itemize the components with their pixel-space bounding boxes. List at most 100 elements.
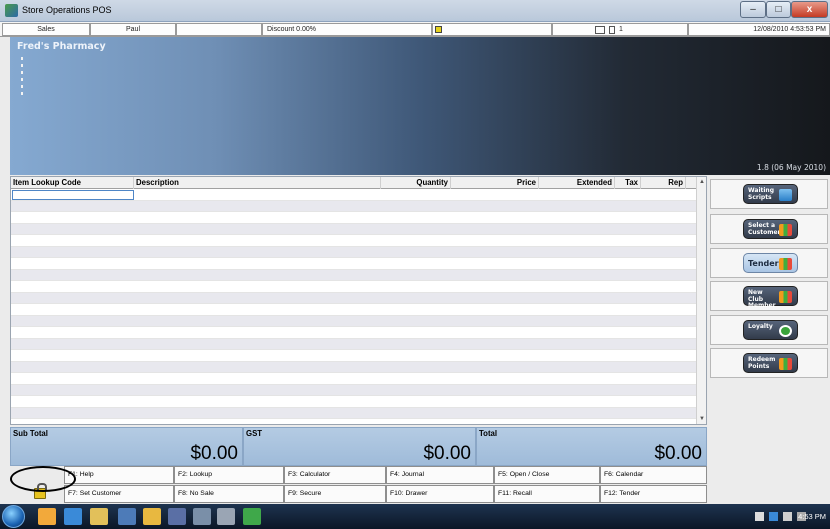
- scroll-up-icon[interactable]: ▲: [697, 177, 706, 187]
- tray-network-icon[interactable]: [769, 512, 778, 521]
- taskbar-app-icon[interactable]: [118, 508, 136, 525]
- store-name: Fred's Pharmacy: [17, 41, 106, 52]
- status-mode: Sales: [2, 23, 90, 36]
- table-row[interactable]: [11, 223, 696, 235]
- column-header-extended[interactable]: Extended: [539, 177, 615, 189]
- highlight-ellipse: [10, 466, 76, 492]
- action-button-face[interactable]: Select a Customer: [743, 219, 798, 239]
- version-label: 1.8 (06 May 2010): [756, 163, 826, 172]
- column-header-price[interactable]: Price: [451, 177, 539, 189]
- action-button-label: Redeem Points: [748, 356, 776, 370]
- banner-dot: [21, 78, 23, 81]
- table-row[interactable]: [11, 361, 696, 373]
- action-button-face[interactable]: Tender: [743, 253, 798, 273]
- table-row[interactable]: [11, 373, 696, 385]
- minimize-button[interactable]: –: [740, 1, 766, 18]
- f5-open-close-button[interactable]: F5: Open / Close: [494, 466, 600, 484]
- column-header-lookup[interactable]: Item Lookup Code: [11, 177, 134, 189]
- action-button-label: Select a Customer: [748, 222, 781, 236]
- item-grid[interactable]: Item Lookup Code Description Quantity Pr…: [10, 176, 707, 425]
- table-row[interactable]: [11, 269, 696, 281]
- table-row[interactable]: [11, 396, 696, 408]
- pill-icon: [779, 189, 792, 201]
- action-button-loyalty[interactable]: Loyalty: [710, 315, 828, 345]
- f8-no-sale-button[interactable]: F8: No Sale: [174, 485, 284, 503]
- action-button-face[interactable]: Redeem Points: [743, 353, 798, 373]
- action-button-face[interactable]: New Club Member: [743, 286, 798, 309]
- action-button-select-a-customer[interactable]: Select a Customer: [710, 214, 828, 244]
- status-blank: [176, 23, 262, 36]
- drawer-icon: [435, 26, 442, 33]
- f2-lookup-button[interactable]: F2: Lookup: [174, 466, 284, 484]
- table-row[interactable]: [11, 235, 696, 247]
- table-row[interactable]: [11, 407, 696, 419]
- column-header-description[interactable]: Description: [134, 177, 381, 189]
- status-datetime: 12/08/2010 4:53:53 PM: [688, 23, 830, 36]
- table-row[interactable]: [11, 258, 696, 270]
- table-row[interactable]: [11, 246, 696, 258]
- table-row[interactable]: [11, 315, 696, 327]
- taskbar-app-icon[interactable]: [217, 508, 235, 525]
- close-button[interactable]: x: [791, 1, 828, 18]
- register-number: 1: [619, 26, 623, 33]
- f4-journal-button[interactable]: F4: Journal: [386, 466, 494, 484]
- taskbar-clock[interactable]: 4:53 PM: [798, 512, 826, 521]
- subtotal-panel: Sub Total $0.00: [10, 427, 243, 466]
- taskbar-app-icon[interactable]: [64, 508, 82, 525]
- taskbar-app-icon[interactable]: [168, 508, 186, 525]
- column-header-tax[interactable]: Tax: [615, 177, 641, 189]
- f12-tender-button[interactable]: F12: Tender: [600, 485, 707, 503]
- action-button-redeem-points[interactable]: Redeem Points: [710, 348, 828, 378]
- chart-icon: [779, 291, 792, 303]
- action-button-waiting-scripts[interactable]: Waiting Scripts: [710, 179, 828, 209]
- column-header-quantity[interactable]: Quantity: [381, 177, 451, 189]
- active-input-cell[interactable]: [12, 190, 134, 200]
- f7-set-customer-button[interactable]: F7: Set Customer: [64, 485, 174, 503]
- heart-icon: [779, 325, 792, 337]
- table-row[interactable]: [11, 338, 696, 350]
- f6-calendar-button[interactable]: F6: Calendar: [600, 466, 707, 484]
- table-row[interactable]: [11, 327, 696, 339]
- f3-calculator-button[interactable]: F3: Calculator: [284, 466, 386, 484]
- action-button-label: New Club Member: [748, 289, 776, 309]
- window-titlebar: Store Operations POS – □ x: [0, 0, 830, 22]
- action-button-face[interactable]: Loyalty: [743, 320, 798, 340]
- action-button-label: Waiting Scripts: [748, 187, 775, 201]
- f9-secure-button[interactable]: F9: Secure: [284, 485, 386, 503]
- taskbar-app-icon[interactable]: [243, 508, 261, 525]
- taskbar-app-icon[interactable]: [193, 508, 211, 525]
- banner-dot: [21, 57, 23, 60]
- taskbar-app-icon[interactable]: [90, 508, 108, 525]
- start-button[interactable]: [2, 505, 25, 528]
- window-title: Store Operations POS: [22, 5, 112, 15]
- f10-drawer-button[interactable]: F10: Drawer: [386, 485, 494, 503]
- column-header-rep[interactable]: Rep: [641, 177, 686, 189]
- table-row[interactable]: [11, 304, 696, 316]
- taskbar-app-icon[interactable]: [38, 508, 56, 525]
- maximize-button[interactable]: □: [766, 1, 791, 18]
- tray-volume-icon[interactable]: [783, 512, 792, 521]
- table-row[interactable]: [11, 350, 696, 362]
- table-row[interactable]: [11, 212, 696, 224]
- scroll-down-icon[interactable]: ▼: [697, 414, 706, 424]
- total-value: $0.00: [654, 443, 702, 464]
- chart-icon: [779, 224, 792, 236]
- subtotal-label: Sub Total: [13, 429, 48, 438]
- f11-recall-button[interactable]: F11: Recall: [494, 485, 600, 503]
- subtotal-value: $0.00: [190, 443, 238, 464]
- table-row[interactable]: [11, 281, 696, 293]
- store-banner: Fred's Pharmacy 1.8 (06 May 2010): [10, 37, 830, 175]
- app-icon: [5, 4, 18, 17]
- taskbar-app-icon[interactable]: [143, 508, 161, 525]
- action-button-face[interactable]: Waiting Scripts: [743, 184, 798, 204]
- tray-arrow-icon[interactable]: [755, 512, 764, 521]
- table-row[interactable]: [11, 292, 696, 304]
- grid-scrollbar[interactable]: ▲ ▼: [696, 177, 706, 424]
- table-row[interactable]: [11, 384, 696, 396]
- banner-dot: [21, 71, 23, 74]
- f1-help-button[interactable]: F1: Help: [64, 466, 174, 484]
- action-button-tender[interactable]: Tender: [710, 248, 828, 278]
- table-row[interactable]: [11, 200, 696, 212]
- action-button-new-club-member[interactable]: New Club Member: [710, 281, 828, 311]
- function-key-bar: F1: Help F2: Lookup F3: Calculator F4: J…: [10, 466, 707, 504]
